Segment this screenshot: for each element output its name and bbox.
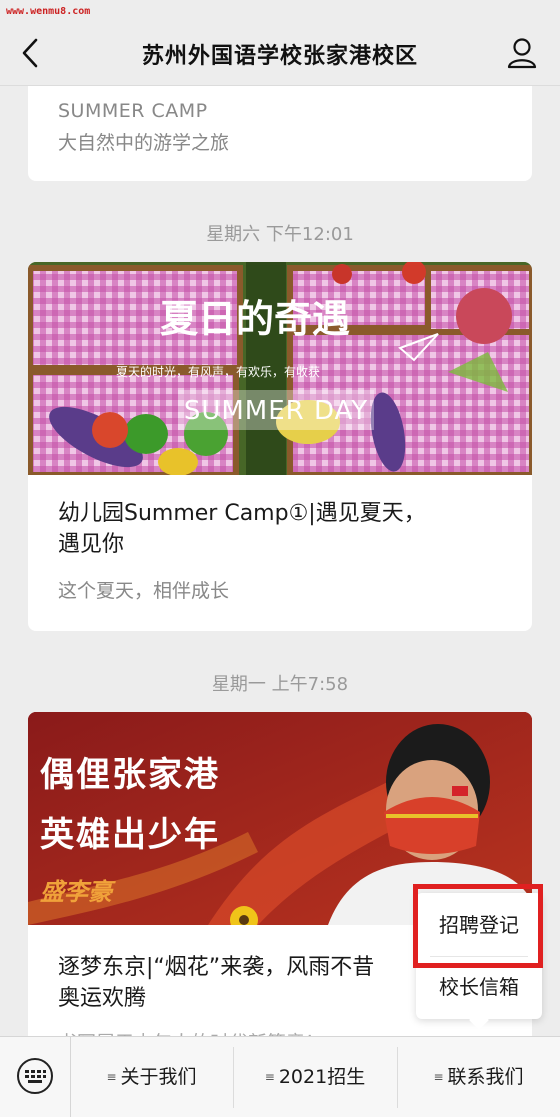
menu-item-label: 关于我们 [120,1066,197,1088]
menu-item-2021-admissions[interactable]: ≡ 2021招生 [233,1037,397,1117]
menu-item-about-us[interactable]: ≡ 关于我们 [70,1037,233,1117]
article-card-kindergarten-summer-camp[interactable]: 夏日的奇遇 夏天的时光，有风声，有欢乐，有收获 SUMMER DAY 幼儿园Su… [28,262,532,631]
cover-line2-text: 英雄出少年 [40,815,220,855]
cover-banner-text: SUMMER DAY [184,396,368,426]
article-cover-image[interactable]: 夏日的奇遇 夏天的时光，有风声，有欢乐，有收获 SUMMER DAY [28,262,532,475]
user-profile-icon[interactable] [506,36,538,70]
cover-subline-text: 夏天的时光，有风声，有欢乐，有收获 [116,364,320,379]
popup-item-recruitment-registration[interactable]: 招聘登记 [416,899,542,951]
menu-lines-icon: ≡ [433,1070,444,1084]
article-digest: 这个夏天，相伴成长 [58,580,230,602]
menu-lines-icon: ≡ [264,1070,275,1084]
article-title: 幼儿园Summer Camp①|遇见夏天， 遇见你 [58,498,502,560]
cover-title-text: 夏日的奇遇 [160,296,350,341]
submenu-popup: 招聘登记 校长信箱 [416,893,542,1030]
page-title: 苏州外国语学校张家港校区 [141,44,418,69]
message-timestamp: 星期六 下午12:01 [206,224,354,245]
popup-divider [430,956,528,957]
cover-name-text: 盛李豪 [40,878,116,906]
article-title-line: 遇见你 [58,532,125,557]
message-timestamp: 星期一 上午7:58 [211,674,349,695]
menu-item-contact-us[interactable]: ≡ 联系我们 [397,1037,560,1117]
article-card-summer-camp[interactable]: SUMMER CAMP 大自然中的游学之旅 [28,80,532,181]
popup-item-principal-mailbox[interactable]: 校长信箱 [416,961,542,1013]
cover-line1-text: 偶俚张家港 [40,755,220,795]
back-arrow-icon[interactable] [18,36,44,70]
article-title-line: 幼儿园Summer Camp①|遇见夏天， [58,501,426,526]
card-subtitle-cn: 大自然中的游学之旅 [58,132,230,154]
menu-item-label: 联系我们 [447,1066,524,1088]
menu-item-label: 2021招生 [278,1066,366,1088]
bottom-menu-bar: ≡ 关于我们 ≡ 2021招生 ≡ 联系我们 [0,1036,560,1117]
summer-picnic-cover-illustration: 夏日的奇遇 夏天的时光，有风声，有欢乐，有收获 SUMMER DAY [28,262,532,475]
card-subtitle-en: SUMMER CAMP [58,100,208,122]
menu-lines-icon: ≡ [106,1070,117,1084]
keyboard-icon[interactable] [16,1057,54,1095]
watermark-text: www.wenmu8.com [6,6,91,17]
